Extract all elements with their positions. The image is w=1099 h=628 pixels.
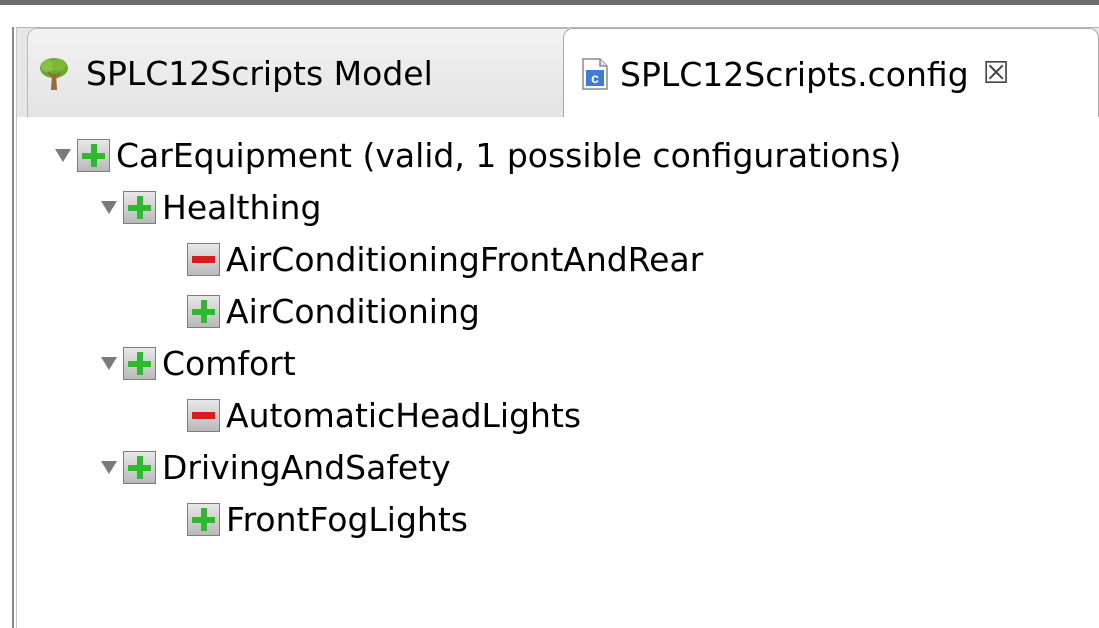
deselected-minus-icon[interactable] xyxy=(187,242,220,276)
tab-splc12scripts-model[interactable]: SPLC12Scripts Model xyxy=(27,28,575,118)
tree-node-root[interactable]: CarEquipment (valid, 1 possible configur… xyxy=(55,129,901,181)
selected-plus-icon[interactable] xyxy=(123,190,156,224)
tree-node-label: DrivingAndSafety xyxy=(162,447,451,487)
svg-text:c: c xyxy=(591,70,599,86)
selected-plus-icon[interactable] xyxy=(187,502,220,536)
selected-plus-icon[interactable] xyxy=(187,294,220,328)
close-icon[interactable]: ☒ xyxy=(983,59,1010,89)
tree-node-label: AirConditioning xyxy=(226,291,480,331)
deselected-minus-icon[interactable] xyxy=(187,398,220,432)
expand-toggle-icon[interactable] xyxy=(101,200,117,214)
tree-node-label: FrontFogLights xyxy=(226,499,468,539)
tree-node-label: Healthing xyxy=(162,187,322,227)
tree-icon xyxy=(38,56,70,92)
tree-node-automaticheadlights[interactable]: AutomaticHeadLights xyxy=(187,389,581,441)
tab-label: SPLC12Scripts.config xyxy=(620,54,969,94)
tab-splc12scripts-config[interactable]: c SPLC12Scripts.config ☒ xyxy=(563,28,1099,119)
tree-node-airconditioningfrontandrear[interactable]: AirConditioningFrontAndRear xyxy=(187,233,703,285)
tree-node-label: AutomaticHeadLights xyxy=(226,395,582,435)
expand-toggle-icon[interactable] xyxy=(101,460,117,474)
tree-node-label: AirConditioningFrontAndRear xyxy=(226,239,704,279)
expand-toggle-icon[interactable] xyxy=(55,148,71,162)
tree-node-healthing[interactable]: Healthing xyxy=(101,181,321,233)
editor-tab-bar: SPLC12Scripts Model c SPLC12Scripts.conf… xyxy=(17,27,1099,119)
tree-node-comfort[interactable]: Comfort xyxy=(101,337,296,389)
tree-node-label: Comfort xyxy=(162,343,296,383)
config-file-icon: c xyxy=(582,58,608,90)
tree-node-label: CarEquipment (valid, 1 possible configur… xyxy=(116,135,902,175)
editor-frame-left xyxy=(12,27,14,628)
configuration-tree: CarEquipment (valid, 1 possible configur… xyxy=(17,117,1099,628)
tab-label: SPLC12Scripts Model xyxy=(86,54,433,93)
selected-plus-icon[interactable] xyxy=(77,138,110,172)
expand-toggle-icon[interactable] xyxy=(101,356,117,370)
selected-plus-icon[interactable] xyxy=(123,450,156,484)
tree-node-airconditioning[interactable]: AirConditioning xyxy=(187,285,480,337)
tree-node-frontfoglights[interactable]: FrontFogLights xyxy=(187,493,468,545)
selected-plus-icon[interactable] xyxy=(123,346,156,380)
tree-node-drivingandsafety[interactable]: DrivingAndSafety xyxy=(101,441,451,493)
